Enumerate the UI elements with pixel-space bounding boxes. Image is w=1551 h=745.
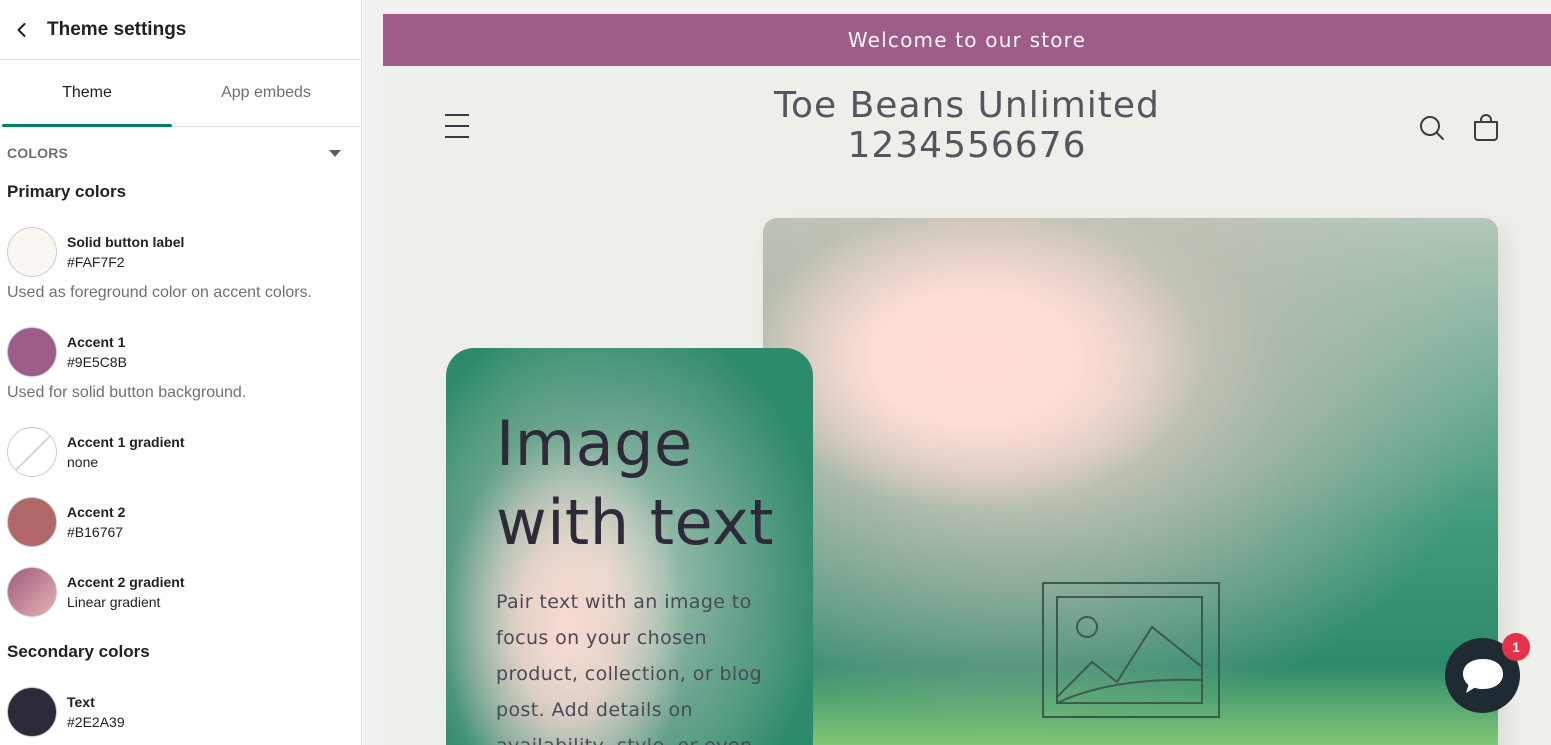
swatch-text[interactable]: Text #2E2A39 xyxy=(7,687,125,737)
swatch-solid-button-label[interactable]: Solid button label #FAF7F2 xyxy=(7,227,184,277)
color-swatch[interactable] xyxy=(7,497,57,547)
swatch-name: Accent 1 gradient xyxy=(67,434,185,450)
swatch-value: #9E5C8B xyxy=(67,354,127,370)
swatch-name: Accent 2 gradient xyxy=(67,574,185,590)
store-name-line-1: Toe Beans Unlimited xyxy=(774,85,1160,126)
primary-colors-title: Primary colors xyxy=(7,182,127,201)
caret-down-icon xyxy=(329,149,341,157)
color-swatch[interactable] xyxy=(7,427,57,477)
swatch-accent-2[interactable]: Accent 2 #B16767 xyxy=(7,497,125,547)
card-heading: Image with text xyxy=(496,404,774,562)
chevron-left-icon xyxy=(17,22,26,37)
swatch-value: #FAF7F2 xyxy=(67,254,125,270)
color-swatch[interactable] xyxy=(7,227,57,277)
swatch-accent-1-gradient[interactable]: Accent 1 gradient none xyxy=(7,427,184,477)
help-text-accent-1: Used for solid button background. xyxy=(7,384,247,401)
chat-bubble-icon xyxy=(1462,658,1503,693)
back-button[interactable] xyxy=(2,10,42,50)
store-preview: Welcome to our store Toe Beans Unlimited… xyxy=(383,14,1551,745)
sidebar-tabs: Theme App embeds xyxy=(0,60,361,127)
color-swatch[interactable] xyxy=(7,567,57,617)
colors-section-label: COLORS xyxy=(7,145,69,161)
chat-notification-badge: 1 xyxy=(1502,633,1530,661)
featured-image xyxy=(763,218,1498,745)
color-swatch[interactable] xyxy=(7,327,57,377)
tab-theme[interactable]: Theme xyxy=(2,60,172,127)
card-body-text: Pair text with an image to focus on your… xyxy=(496,591,763,745)
store-name[interactable]: Toe Beans Unlimited 1234556676 xyxy=(383,86,1551,166)
store-header: Toe Beans Unlimited 1234556676 xyxy=(383,66,1551,186)
image-placeholder-icon xyxy=(1042,582,1220,718)
theme-settings-sidebar: Theme settings Theme App embeds COLORS P… xyxy=(0,0,362,745)
card-heading-line-1: Image xyxy=(496,407,693,480)
swatch-value: #2E2A39 xyxy=(67,714,125,730)
swatch-value: #B16767 xyxy=(67,524,124,540)
swatch-name: Accent 1 xyxy=(67,334,126,350)
colors-section-toggle[interactable]: COLORS xyxy=(0,127,361,179)
swatch-value: Linear gradient xyxy=(67,594,161,610)
swatch-value: none xyxy=(67,454,99,470)
cart-icon[interactable] xyxy=(1472,114,1500,142)
sidebar-header: Theme settings xyxy=(0,0,361,60)
store-name-line-2: 1234556676 xyxy=(847,125,1087,166)
image-with-text-card: Image with text Pair text with an image … xyxy=(446,348,813,745)
announcement-bar: Welcome to our store xyxy=(383,14,1551,66)
no-color-slash-icon xyxy=(11,431,55,475)
swatch-accent-1[interactable]: Accent 1 #9E5C8B xyxy=(7,327,127,377)
secondary-colors-title: Secondary colors xyxy=(7,642,150,661)
search-icon[interactable] xyxy=(1418,114,1446,142)
swatch-accent-2-gradient[interactable]: Accent 2 gradient Linear gradient xyxy=(7,567,184,617)
sidebar-title: Theme settings xyxy=(47,18,187,40)
tab-app-embeds[interactable]: App embeds xyxy=(172,60,360,126)
color-swatch[interactable] xyxy=(7,687,57,737)
card-heading-line-2: with text xyxy=(496,486,775,559)
swatch-name: Solid button label xyxy=(67,234,185,250)
swatch-name: Accent 2 xyxy=(67,504,126,520)
swatch-name: Text xyxy=(67,694,95,710)
help-text-solid-button: Used as foreground color on accent color… xyxy=(7,284,313,301)
